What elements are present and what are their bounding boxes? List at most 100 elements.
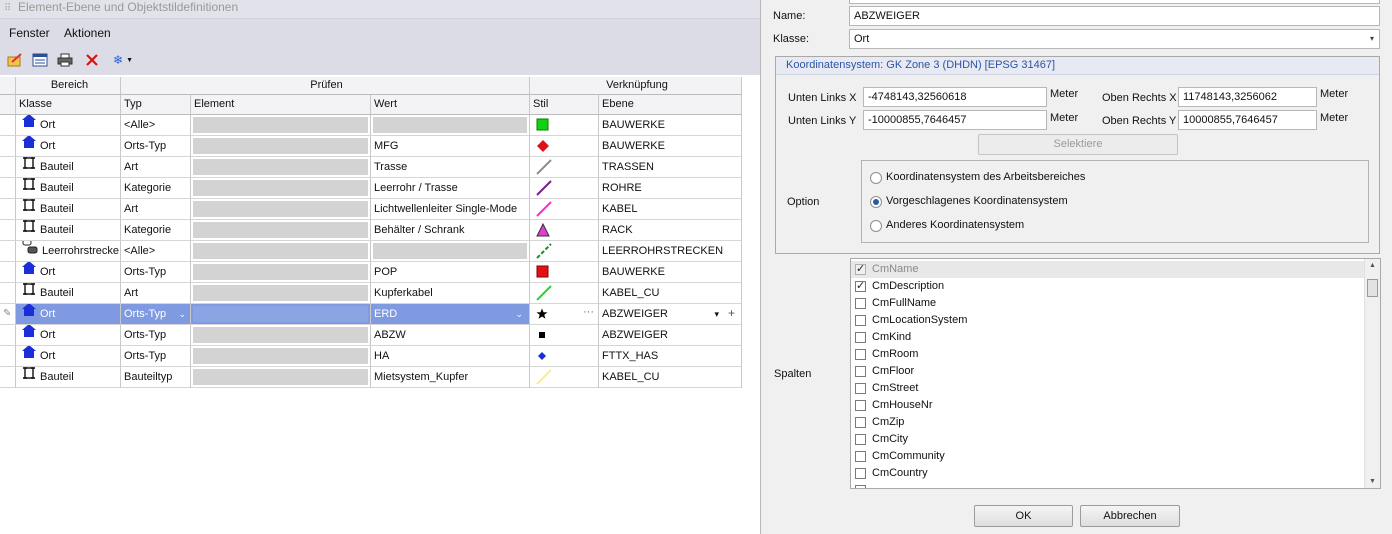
cell-klasse[interactable]: Ort bbox=[16, 115, 121, 136]
row-selector[interactable]: ✎ bbox=[0, 304, 16, 325]
menu-aktionen[interactable]: Aktionen bbox=[64, 26, 111, 40]
unten-links-y-field[interactable]: -10000855,7646457 bbox=[863, 110, 1047, 130]
radio-vorgeschlagen[interactable] bbox=[870, 196, 882, 208]
cell-ebene[interactable]: ABZWEIGER ▾ + bbox=[599, 304, 742, 325]
row-selector[interactable] bbox=[0, 157, 16, 178]
cell-stil[interactable] bbox=[530, 220, 599, 241]
checkbox[interactable] bbox=[855, 468, 866, 479]
cell-typ[interactable]: <Alle> bbox=[121, 241, 191, 262]
scroll-up-icon[interactable]: ▲ bbox=[1369, 262, 1376, 269]
cell-wert[interactable]: Behälter / Schrank bbox=[371, 220, 530, 241]
cell-element[interactable] bbox=[191, 115, 371, 136]
cell-element[interactable] bbox=[191, 199, 371, 220]
list-item[interactable]: CmZip bbox=[851, 414, 1364, 431]
cell-stil[interactable] bbox=[530, 136, 599, 157]
checkbox[interactable] bbox=[855, 261, 866, 278]
cancel-button[interactable]: Abbrechen bbox=[1080, 505, 1180, 527]
row-selector[interactable] bbox=[0, 136, 16, 157]
table-row[interactable]: Bauteil Art Kupferkabel KABEL_CU bbox=[0, 283, 742, 304]
cell-element[interactable] bbox=[191, 157, 371, 178]
cell-klasse[interactable]: Bauteil bbox=[16, 178, 121, 199]
table-row[interactable]: Ort Orts-Typ MFG BAUWERKE bbox=[0, 136, 742, 157]
cell-typ[interactable]: Kategorie bbox=[121, 220, 191, 241]
cell-element[interactable] bbox=[191, 241, 371, 262]
cell-ebene[interactable]: BAUWERKE bbox=[599, 115, 742, 136]
checkbox[interactable] bbox=[855, 366, 866, 377]
cell-element[interactable] bbox=[191, 325, 371, 346]
cell-stil[interactable] bbox=[530, 115, 599, 136]
table-row[interactable]: Leerrohrstrecke <Alle> LEERROHRSTRECKEN bbox=[0, 241, 742, 262]
cell-ebene[interactable]: TRASSEN bbox=[599, 157, 742, 178]
cell-typ[interactable]: Orts-Typ bbox=[121, 325, 191, 346]
cell-ebene[interactable]: LEERROHRSTRECKEN bbox=[599, 241, 742, 262]
print-icon[interactable] bbox=[56, 52, 74, 68]
list-item[interactable]: CmLocationSystem bbox=[851, 312, 1364, 329]
cell-element[interactable] bbox=[191, 220, 371, 241]
cell-klasse[interactable]: Bauteil bbox=[16, 157, 121, 178]
row-selector[interactable] bbox=[0, 115, 16, 136]
table-row[interactable]: Bauteil Bauteiltyp Mietsystem_Kupfer KABEL_… bbox=[0, 367, 742, 388]
cell-ebene[interactable]: FTTX_HAS bbox=[599, 346, 742, 367]
table-row[interactable]: Bauteil Kategorie Behälter / Schrank RACK bbox=[0, 220, 742, 241]
row-selector[interactable] bbox=[0, 283, 16, 304]
table-row[interactable]: Ort Orts-Typ ABZW ABZWEIGER bbox=[0, 325, 742, 346]
row-selector[interactable] bbox=[0, 199, 16, 220]
table-row[interactable]: Ort Orts-Typ POP BAUWERKE bbox=[0, 262, 742, 283]
table-row[interactable]: Ort <Alle> BAUWERKE bbox=[0, 115, 742, 136]
edit-icon[interactable] bbox=[6, 52, 24, 68]
cell-wert[interactable]: HA bbox=[371, 346, 530, 367]
cell-stil[interactable] bbox=[530, 262, 599, 283]
cell-klasse[interactable]: Bauteil bbox=[16, 283, 121, 304]
unten-links-x-field[interactable]: -4748143,32560618 bbox=[863, 87, 1047, 107]
cell-ebene[interactable]: RACK bbox=[599, 220, 742, 241]
radio-arbeitsbereich-label[interactable]: Koordinatensystem des Arbeitsbereiches bbox=[886, 171, 1085, 183]
checkbox[interactable] bbox=[855, 417, 866, 428]
cell-typ[interactable]: Art bbox=[121, 199, 191, 220]
radio-arbeitsbereich[interactable] bbox=[870, 172, 882, 184]
list-item[interactable]: CmFullName bbox=[851, 295, 1364, 312]
ok-button[interactable]: OK bbox=[974, 505, 1073, 527]
chevron-down-icon[interactable]: ⌄ bbox=[178, 304, 186, 324]
row-selector[interactable] bbox=[0, 262, 16, 283]
oben-rechts-x-field[interactable]: 11748143,3256062 bbox=[1178, 87, 1317, 107]
col-element[interactable]: Element bbox=[191, 95, 371, 115]
list-item[interactable]: CmRoom bbox=[851, 346, 1364, 363]
scroll-down-icon[interactable]: ▼ bbox=[1369, 478, 1376, 485]
cell-ebene[interactable]: ROHRE bbox=[599, 178, 742, 199]
list-item[interactable]: CmDescription bbox=[851, 278, 1364, 295]
cell-element[interactable] bbox=[191, 136, 371, 157]
list-item[interactable]: CmKind bbox=[851, 329, 1364, 346]
cell-element[interactable] bbox=[191, 283, 371, 304]
col-typ[interactable]: Typ bbox=[121, 95, 191, 115]
radio-anderes-label[interactable]: Anderes Koordinatensystem bbox=[886, 219, 1024, 231]
cell-element[interactable] bbox=[191, 367, 371, 388]
radio-anderes[interactable] bbox=[870, 220, 882, 232]
table-row[interactable]: Bauteil Kategorie Leerrohr / Trasse ROHRE bbox=[0, 178, 742, 199]
row-selector[interactable] bbox=[0, 367, 16, 388]
cell-typ[interactable]: Orts-Typ bbox=[121, 136, 191, 157]
cell-element[interactable] bbox=[191, 304, 371, 325]
cell-stil[interactable] bbox=[530, 178, 599, 199]
cell-typ[interactable]: Kategorie bbox=[121, 178, 191, 199]
cell-stil[interactable] bbox=[530, 157, 599, 178]
chevron-down-icon[interactable]: ⌄ bbox=[515, 304, 523, 324]
row-selector[interactable] bbox=[0, 241, 16, 262]
cell-stil[interactable] bbox=[530, 325, 599, 346]
cell-ebene[interactable]: KABEL bbox=[599, 199, 742, 220]
cell-stil[interactable] bbox=[530, 367, 599, 388]
table-row[interactable]: Bauteil Art Trasse TRASSEN bbox=[0, 157, 742, 178]
checkbox[interactable] bbox=[855, 383, 866, 394]
chevron-down-icon[interactable]: ▾ bbox=[714, 304, 719, 324]
list-item[interactable]: CmCountry bbox=[851, 465, 1364, 482]
cell-wert[interactable]: Trasse bbox=[371, 157, 530, 178]
checkbox[interactable] bbox=[855, 434, 866, 445]
cell-ebene[interactable]: KABEL_CU bbox=[599, 367, 742, 388]
list-item[interactable]: CmCity bbox=[851, 431, 1364, 448]
cell-wert[interactable] bbox=[371, 241, 530, 262]
cell-stil[interactable] bbox=[530, 199, 599, 220]
cell-klasse[interactable]: Leerrohrstrecke bbox=[16, 241, 121, 262]
row-selector[interactable] bbox=[0, 346, 16, 367]
cell-wert[interactable]: POP bbox=[371, 262, 530, 283]
row-selector[interactable] bbox=[0, 220, 16, 241]
selektiere-button[interactable]: Selektiere bbox=[978, 134, 1178, 155]
